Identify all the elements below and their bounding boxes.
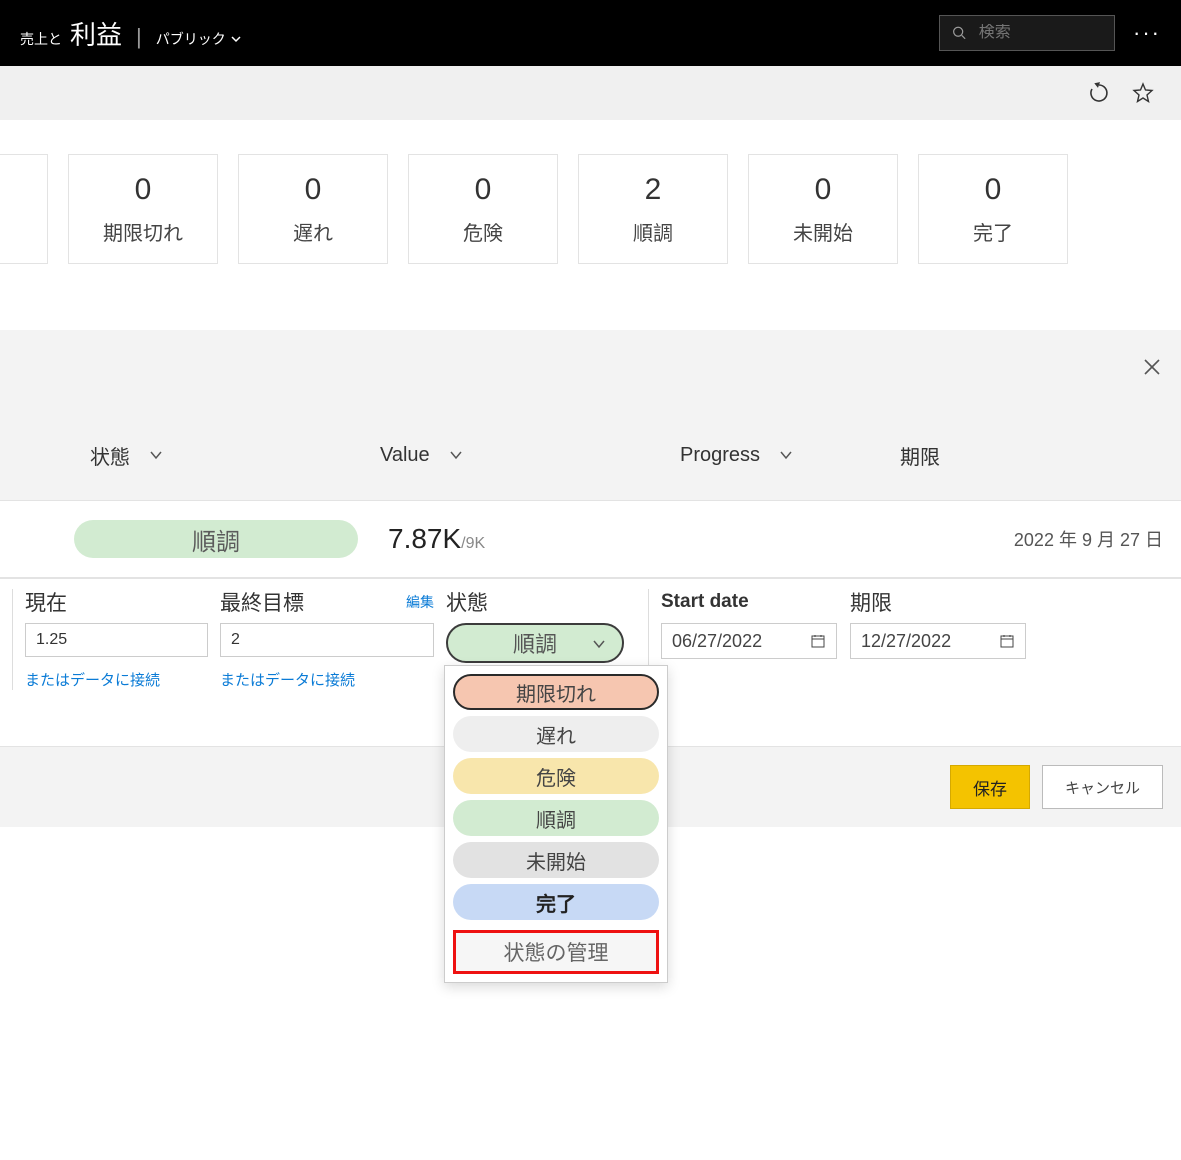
- star-icon[interactable]: [1131, 81, 1155, 105]
- col-label: Progress: [680, 444, 760, 467]
- column-header-progress[interactable]: Progress: [680, 444, 900, 467]
- calendar-icon: [810, 633, 826, 649]
- col-label: 状態: [90, 441, 130, 470]
- tile-value: 0: [305, 173, 322, 207]
- tile-label: 順調: [633, 217, 673, 246]
- column-header-deadline: 期限: [900, 441, 940, 470]
- column-header-value[interactable]: Value: [380, 444, 680, 467]
- chevron-down-icon: [778, 447, 794, 463]
- target-group: 最終目標 編集 またはデータに接続: [220, 589, 434, 690]
- start-date-group: Start date 06/27/2022: [648, 589, 838, 690]
- target-label: 最終目標: [220, 587, 304, 617]
- tile-value: 2: [645, 173, 662, 207]
- status-option-on-track[interactable]: 順調: [453, 800, 659, 836]
- header-actions: ···: [939, 15, 1161, 51]
- target-edit-link[interactable]: 編集: [406, 592, 434, 612]
- save-button[interactable]: 保存: [950, 765, 1030, 809]
- start-date-input[interactable]: 06/27/2022: [661, 623, 837, 659]
- status-dropdown: 期限切れ 遅れ 危険 順調 未開始 完了 状態の管理: [444, 665, 668, 983]
- col-label: Value: [380, 444, 430, 467]
- current-group: 現在 またはデータに接続: [12, 589, 208, 690]
- status-select[interactable]: 順調: [446, 623, 624, 663]
- status-group: 状態 順調 期限切れ 遅れ 危険 順調 未開始 完了 状態の管理: [446, 589, 636, 690]
- edit-form: 現在 またはデータに接続 最終目標 編集 またはデータに接続 状態 順調 期限切…: [0, 578, 1181, 747]
- cancel-button[interactable]: キャンセル: [1042, 765, 1163, 809]
- current-label: 現在: [25, 587, 67, 617]
- search-input[interactable]: [979, 24, 1102, 42]
- tile-label: 期限切れ: [103, 217, 183, 246]
- target-connect-link[interactable]: またはデータに接続: [220, 669, 434, 690]
- status-badge: 順調: [74, 520, 358, 558]
- panel-header: [0, 330, 1181, 410]
- more-menu[interactable]: ···: [1133, 20, 1161, 46]
- end-date-group: 期限 12/27/2022: [850, 589, 1040, 690]
- start-date-value: 06/27/2022: [672, 631, 762, 652]
- header-title: 利益: [70, 15, 122, 52]
- status-label: 状態: [446, 587, 488, 617]
- chevron-down-icon: [592, 637, 606, 651]
- detail-panel: 状態 Value Progress 期限 順調 7.87K /9K 2022 年…: [0, 330, 1181, 827]
- header-subtitle: 売上と: [20, 29, 62, 49]
- end-date-value: 12/27/2022: [861, 631, 951, 652]
- tile-overdue[interactable]: 0 期限切れ: [68, 154, 218, 264]
- tile-value: 0: [475, 173, 492, 207]
- value-cell: 7.87K /9K: [388, 523, 485, 555]
- tile-value: 0: [985, 173, 1002, 207]
- goal-row[interactable]: 順調 7.87K /9K 2022 年 9 月 27 日: [0, 500, 1181, 578]
- close-icon[interactable]: [1141, 356, 1163, 385]
- status-option-risk[interactable]: 危険: [453, 758, 659, 794]
- target-input[interactable]: [220, 623, 434, 657]
- tile-label: 遅れ: [293, 217, 333, 246]
- tile-risk[interactable]: 0 危険: [408, 154, 558, 264]
- tile-late[interactable]: 0 遅れ: [238, 154, 388, 264]
- tile-completed[interactable]: 0 完了: [918, 154, 1068, 264]
- app-header: 売上と 利益 | パブリック ···: [0, 0, 1181, 66]
- chevron-down-icon: [230, 33, 242, 45]
- current-input[interactable]: [25, 623, 208, 657]
- start-date-label: Start date: [661, 591, 749, 613]
- tile-edge: [0, 154, 48, 264]
- search-box[interactable]: [939, 15, 1115, 51]
- tile-on-track[interactable]: 2 順調: [578, 154, 728, 264]
- chevron-down-icon: [148, 447, 164, 463]
- deadline-text: 2022 年 9 月 27 日: [1014, 526, 1163, 552]
- status-option-not-started[interactable]: 未開始: [453, 842, 659, 878]
- status-option-overdue[interactable]: 期限切れ: [453, 674, 659, 710]
- search-icon: [952, 24, 967, 42]
- chevron-down-icon: [448, 447, 464, 463]
- end-date-label: 期限: [850, 587, 892, 617]
- calendar-icon: [999, 633, 1015, 649]
- status-select-value: 順調: [513, 627, 557, 659]
- visibility-label: パブリック: [156, 29, 226, 49]
- col-label: 期限: [900, 441, 940, 470]
- header-divider: |: [136, 24, 142, 50]
- toolbar: [0, 66, 1181, 120]
- tile-label: 危険: [463, 217, 503, 246]
- status-option-late[interactable]: 遅れ: [453, 716, 659, 752]
- tile-value: 0: [815, 173, 832, 207]
- header-title-group: 売上と 利益 | パブリック: [20, 15, 242, 52]
- tile-value: 0: [135, 173, 152, 207]
- value-main: 7.87K: [388, 523, 461, 555]
- end-date-input[interactable]: 12/27/2022: [850, 623, 1026, 659]
- header-visibility[interactable]: パブリック: [156, 29, 242, 49]
- current-connect-link[interactable]: またはデータに接続: [25, 669, 208, 690]
- column-header-status[interactable]: 状態: [90, 441, 380, 470]
- tile-label: 未開始: [793, 217, 853, 246]
- manage-status-button[interactable]: 状態の管理: [453, 930, 659, 974]
- tile-not-started[interactable]: 0 未開始: [748, 154, 898, 264]
- value-sub: /9K: [461, 535, 485, 553]
- tile-label: 完了: [973, 217, 1013, 246]
- refresh-icon[interactable]: [1087, 81, 1111, 105]
- column-headers: 状態 Value Progress 期限: [0, 410, 1181, 500]
- status-tiles: 0 期限切れ 0 遅れ 0 危険 2 順調 0 未開始 0 完了: [0, 120, 1181, 304]
- status-option-completed[interactable]: 完了: [453, 884, 659, 920]
